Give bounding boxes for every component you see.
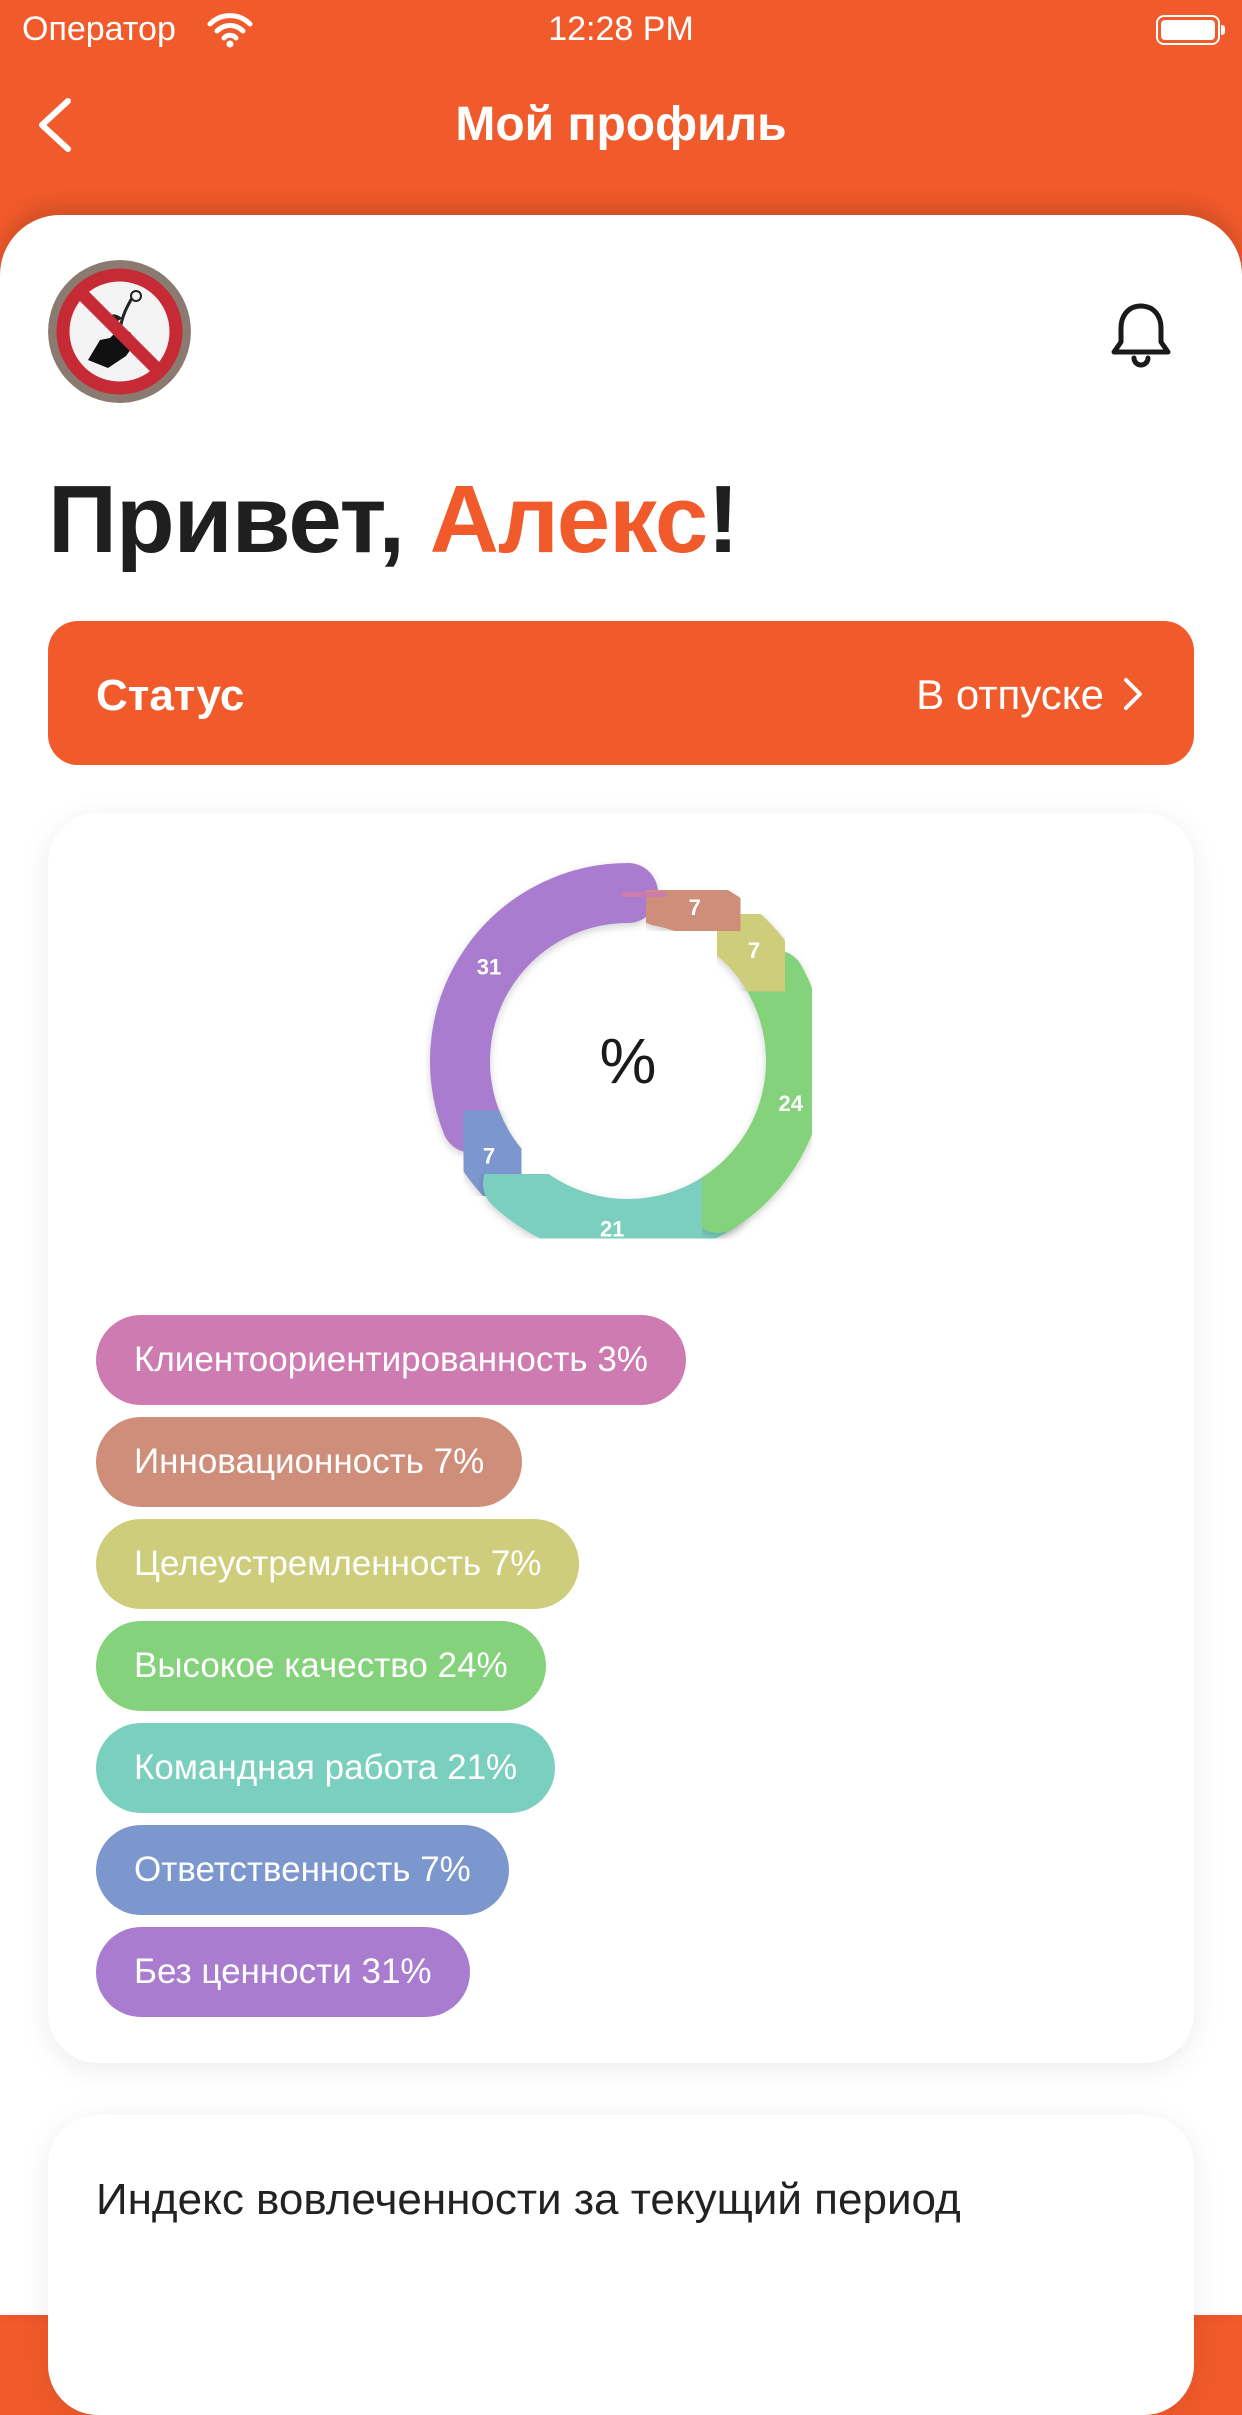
donut-segment-label: 31 bbox=[477, 955, 501, 980]
values-legend: Клиентоориентированность 3% Инновационнос… bbox=[96, 1315, 686, 2029]
legend-pill: Ответственность 7% bbox=[96, 1825, 509, 1915]
legend-pill: Инновационность 7% bbox=[96, 1417, 523, 1507]
status-label: Статус bbox=[96, 671, 245, 720]
battery-icon bbox=[1156, 15, 1225, 45]
greeting-prefix: Привет, bbox=[48, 466, 430, 573]
legend-pill: Высокое качество 24% bbox=[96, 1621, 546, 1711]
donut-segment-label: 24 bbox=[778, 1091, 803, 1116]
nav-bar: Мой профиль bbox=[0, 60, 1242, 190]
chevron-right-icon bbox=[1124, 678, 1142, 710]
donut-center-label: % bbox=[600, 1025, 657, 1097]
clock: 12:28 PM bbox=[548, 10, 694, 48]
legend-pill: Командная работа 21% bbox=[96, 1723, 556, 1813]
page-title: Мой профиль bbox=[455, 98, 787, 151]
legend-pill: Целеустремленность 7% bbox=[96, 1519, 580, 1609]
donut-segment-label: 7 bbox=[748, 938, 760, 963]
profile-sheet: Привет, Алекс! Статус В отпуске 7 7 24 21 7 3… bbox=[0, 215, 1242, 2415]
donut-svg: 7 7 24 21 7 31 % bbox=[430, 863, 826, 1259]
values-card: 7 7 24 21 7 31 % Клиентоориентированность 3% И… bbox=[48, 813, 1194, 2063]
legend-pill: Без ценности 31% bbox=[96, 1927, 470, 2017]
engagement-card: Индекс вовлеченности за текущий период bbox=[48, 2115, 1194, 2415]
bell-icon[interactable] bbox=[1108, 300, 1174, 370]
donut-segment bbox=[598, 863, 690, 926]
status-value: В отпуске bbox=[916, 671, 1104, 718]
greeting: Привет, Алекс! bbox=[48, 465, 739, 575]
status-bar: Оператор 12:28 PM bbox=[0, 0, 1242, 60]
status-row[interactable]: Статус В отпуске bbox=[48, 621, 1194, 765]
donut-segment-label: 7 bbox=[689, 895, 701, 920]
values-donut-chart: 7 7 24 21 7 31 % bbox=[418, 851, 838, 1271]
avatar[interactable] bbox=[48, 260, 191, 403]
donut-segment-label: 7 bbox=[483, 1143, 495, 1168]
donut-segment-label: 21 bbox=[600, 1216, 624, 1241]
engagement-title: Индекс вовлеченности за текущий период bbox=[96, 2175, 961, 2224]
legend-pill: Клиентоориентированность 3% bbox=[96, 1315, 686, 1405]
no-picking-flowers-sign-icon bbox=[48, 260, 191, 403]
greeting-name: Алекс bbox=[429, 466, 709, 573]
greeting-suffix: ! bbox=[707, 466, 739, 573]
